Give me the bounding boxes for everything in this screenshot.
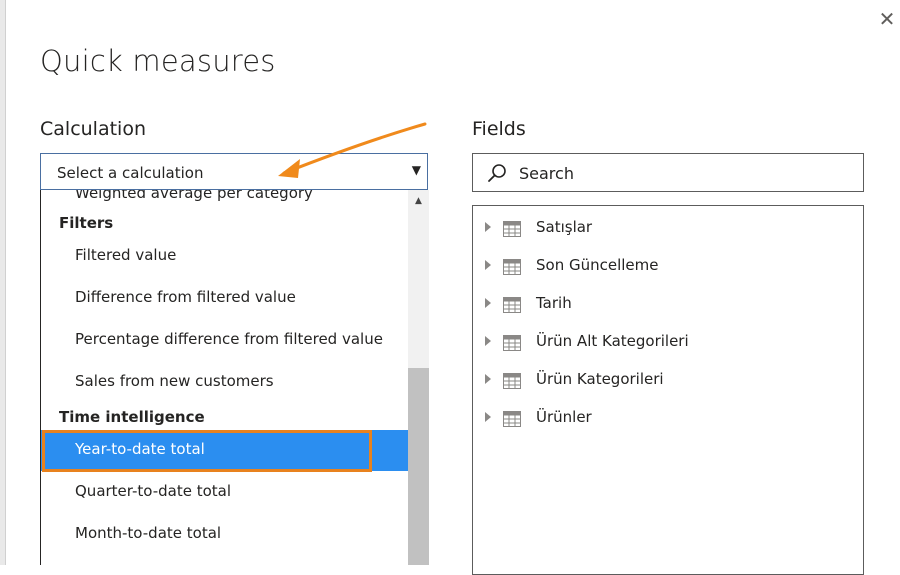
group-header-time-intelligence: Time intelligence [59,408,205,426]
field-table-label: Ürünler [536,408,592,426]
list-item-label: Quarter-to-date total [75,482,232,500]
list-item-percentage-difference-filtered[interactable]: Percentage difference from filtered valu… [41,322,408,358]
dialog-title: Quick measures [40,44,276,78]
field-table-label: Tarih [536,294,572,312]
search-icon [488,164,506,182]
expand-caret-icon[interactable] [485,222,491,232]
field-table-label: Ürün Kategorileri [536,370,664,388]
field-table-urunler[interactable]: Ürünler [473,404,853,436]
field-table-urun-alt-kategorileri[interactable]: Ürün Alt Kategorileri [473,328,853,360]
list-item-filtered-value[interactable]: Filtered value [41,238,408,274]
field-table-tarih[interactable]: Tarih [473,290,853,322]
fields-panel: Satışlar Son Güncelleme Tarih Ürün Alt K… [472,205,864,575]
table-icon [503,259,521,275]
list-item-partial[interactable]: Weighted average per category [75,190,313,202]
scroll-thumb[interactable] [408,368,429,565]
calculation-label: Calculation [40,118,146,140]
listbox-scrollbar[interactable]: ▲ [408,190,429,565]
list-item-label: Sales from new customers [75,372,274,390]
list-item-label: Year-to-date total [75,440,205,458]
group-header-filters: Filters [59,214,114,232]
field-table-urun-kategorileri[interactable]: Ürün Kategorileri [473,366,853,398]
calculation-listbox[interactable]: Weighted average per category Filters Fi… [40,190,430,565]
table-icon [503,411,521,427]
list-item-difference-filtered[interactable]: Difference from filtered value [41,280,408,316]
table-icon [503,373,521,389]
field-table-label: Son Güncelleme [536,256,659,274]
search-placeholder: Search [519,164,574,183]
select-value: Select a calculation [57,164,204,182]
expand-caret-icon[interactable] [485,260,491,270]
list-item-quarter-to-date-total[interactable]: Quarter-to-date total [41,474,408,510]
expand-caret-icon[interactable] [485,374,491,384]
list-item-label: Difference from filtered value [75,288,296,306]
expand-caret-icon[interactable] [485,412,491,422]
list-item-year-to-date-total[interactable]: Year-to-date total [41,430,408,471]
field-table-satislar[interactable]: Satışlar [473,214,853,246]
list-item-label: Month-to-date total [75,524,222,542]
table-icon [503,297,521,313]
calculation-select[interactable]: Select a calculation ▼ [40,153,428,190]
list-item-label: Filtered value [75,246,177,264]
chevron-down-icon[interactable]: ▼ [412,163,421,177]
table-icon [503,335,521,351]
expand-caret-icon[interactable] [485,336,491,346]
table-icon [503,221,521,237]
fields-search-box[interactable]: Search [472,153,864,192]
list-item-label: Percentage difference from filtered valu… [75,330,383,348]
list-item-sales-new-customers[interactable]: Sales from new customers [41,364,408,400]
field-table-son-guncelleme[interactable]: Son Güncelleme [473,252,853,284]
list-item-month-to-date-total[interactable]: Month-to-date total [41,516,408,552]
field-table-label: Ürün Alt Kategorileri [536,332,689,350]
close-icon[interactable]: ✕ [876,8,898,30]
expand-caret-icon[interactable] [485,298,491,308]
fields-label: Fields [472,118,526,140]
scroll-up-icon[interactable]: ▲ [408,194,429,208]
field-table-label: Satışlar [536,218,593,236]
